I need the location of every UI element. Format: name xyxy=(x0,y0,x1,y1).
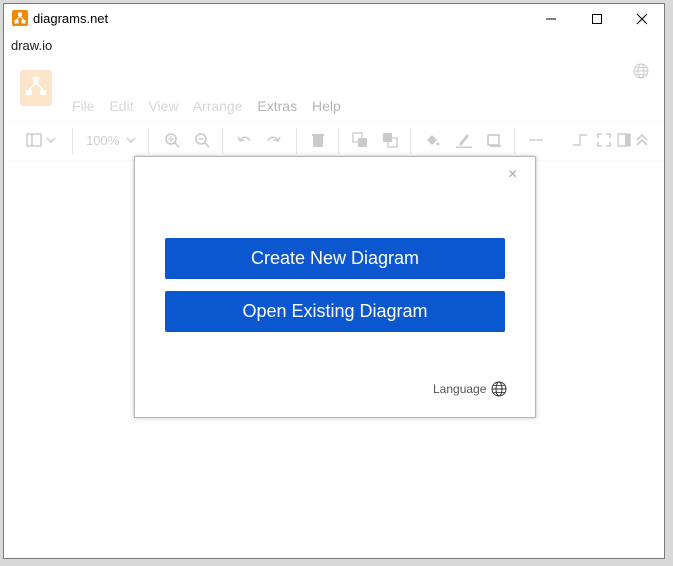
zoom-in-icon xyxy=(165,133,180,148)
menu-help[interactable]: Help xyxy=(312,98,341,114)
delete-icon xyxy=(312,134,324,147)
chevron-down-icon xyxy=(126,137,136,143)
menu-arrange: Arrange xyxy=(192,98,243,114)
menu-bar: File Edit View Arrange Extras Help xyxy=(72,98,352,114)
menu-file: File xyxy=(72,98,95,114)
maximize-icon xyxy=(592,14,602,24)
toolbar-divider xyxy=(222,128,223,154)
minimize-button[interactable] xyxy=(528,4,574,34)
dialog-close-button[interactable]: × xyxy=(508,167,517,183)
window-title: diagrams.net xyxy=(33,11,109,26)
fullscreen-icon xyxy=(597,133,611,147)
toolbar-divider xyxy=(514,128,515,154)
drawio-logo-icon xyxy=(26,77,46,95)
language-label: Language xyxy=(433,382,487,396)
toolbar: 100% xyxy=(4,121,664,161)
line-color-icon xyxy=(456,134,472,148)
toolbar-divider xyxy=(338,128,339,154)
editor-area: File Edit View Arrange Extras Help 100% xyxy=(4,58,664,558)
toolbar-divider xyxy=(148,128,149,154)
create-new-diagram-button[interactable]: Create New Diagram xyxy=(165,238,505,279)
zoom-level: 100% xyxy=(86,133,120,148)
globe-icon xyxy=(491,381,507,397)
splash-dialog: × Create New Diagram Open Existing Diagr… xyxy=(134,156,536,418)
shadow-icon xyxy=(487,134,501,147)
language-selector[interactable]: Language xyxy=(433,381,507,397)
drawio-logo-icon xyxy=(12,10,28,26)
format-panel-icon xyxy=(26,133,42,147)
format-toggle-icon xyxy=(617,133,631,147)
globe-icon[interactable] xyxy=(633,63,649,79)
window-subtitle: draw.io xyxy=(11,38,53,53)
connection-icon xyxy=(529,139,543,141)
app-logo xyxy=(20,70,52,106)
redo-icon xyxy=(267,136,281,142)
close-window-button[interactable] xyxy=(619,4,665,34)
maximize-button[interactable] xyxy=(574,4,620,34)
chevron-down-icon xyxy=(46,137,56,143)
menu-edit: Edit xyxy=(109,98,134,114)
waypoints-icon xyxy=(573,134,587,146)
minimize-icon xyxy=(546,18,556,20)
toolbar-divider xyxy=(410,128,411,154)
menu-extras[interactable]: Extras xyxy=(257,98,297,114)
toolbar-divider xyxy=(296,128,297,154)
app-window: diagrams.net draw.io File Edit View Arra… xyxy=(3,3,665,559)
zoom-out-icon xyxy=(195,133,210,148)
toolbar-divider xyxy=(72,128,73,154)
undo-icon xyxy=(237,136,251,142)
menu-view: View xyxy=(148,98,179,114)
fill-color-icon xyxy=(427,135,440,146)
collapse-icon xyxy=(636,133,648,146)
open-existing-diagram-button[interactable]: Open Existing Diagram xyxy=(165,291,505,332)
to-back-icon xyxy=(383,133,398,148)
to-front-icon xyxy=(352,132,367,147)
title-bar[interactable]: diagrams.net xyxy=(4,4,664,35)
close-icon xyxy=(636,13,648,25)
